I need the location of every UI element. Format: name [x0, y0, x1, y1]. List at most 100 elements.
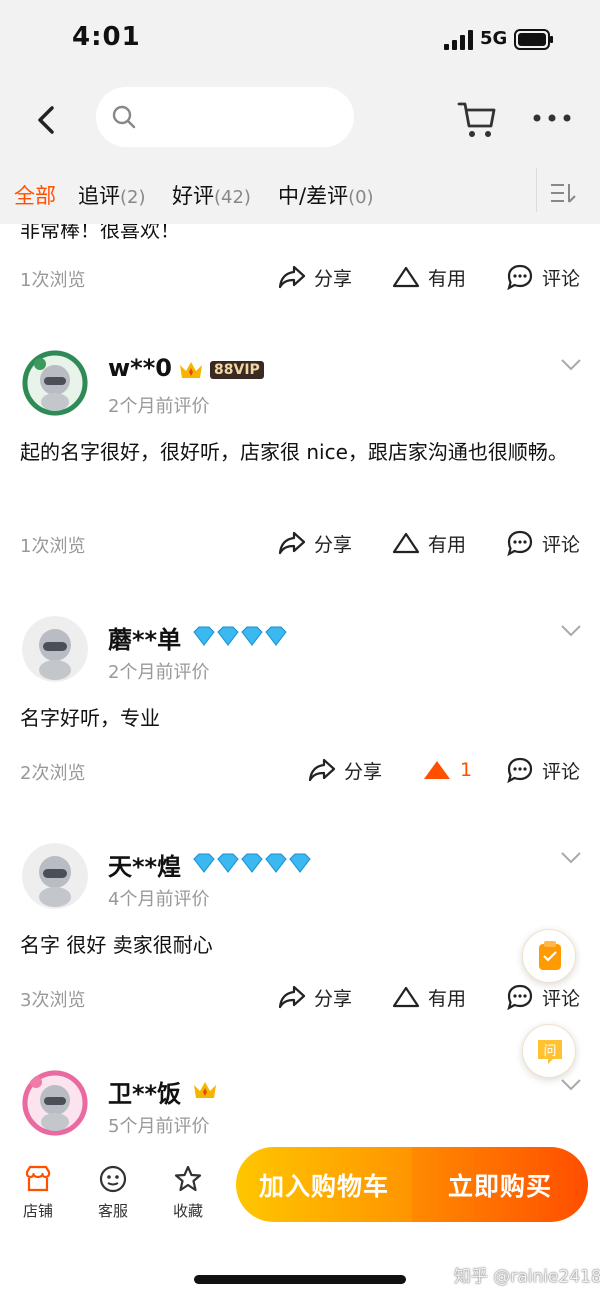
review-text: 名字好听，专业	[20, 706, 160, 730]
view-count: 1次浏览	[20, 270, 86, 291]
comment-button[interactable]: 评论	[506, 755, 580, 785]
customer-service-button[interactable]: 客服	[85, 1164, 141, 1221]
more-icon[interactable]	[532, 112, 572, 124]
share-icon	[278, 985, 306, 1009]
diamond-level	[192, 624, 288, 648]
note-icon	[539, 941, 561, 970]
view-count: 1次浏览	[20, 536, 86, 557]
share-label: 分享	[314, 533, 353, 556]
review-meta-row: 3次浏览 分享 有用 评论	[0, 978, 600, 1018]
favorite-button[interactable]: 收藏	[160, 1164, 216, 1221]
comment-button[interactable]: 评论	[506, 262, 580, 292]
buy-now-button[interactable]: 立即购买	[412, 1147, 588, 1222]
service-label: 客服	[97, 1202, 128, 1220]
share-button[interactable]: 分享	[308, 755, 382, 785]
cart-icon[interactable]	[456, 98, 498, 140]
floating-question-button[interactable]: 问	[522, 1024, 576, 1078]
username: w**0	[108, 354, 172, 382]
useful-button[interactable]: 有用	[392, 262, 466, 292]
star-icon	[174, 1165, 202, 1192]
add-to-cart-label: 加入购物车	[258, 1171, 389, 1201]
share-button[interactable]: 分享	[278, 982, 352, 1012]
avatar-image	[22, 350, 88, 416]
tab-good-count: (42)	[214, 187, 251, 208]
username: 天**煌	[108, 853, 182, 881]
status-time: 4:01	[72, 22, 141, 52]
diamond-icon	[193, 853, 311, 873]
share-label: 分享	[344, 760, 383, 783]
comment-icon	[507, 264, 533, 291]
diamond-icon	[193, 626, 287, 646]
menu-icon[interactable]	[550, 182, 576, 204]
review-date: 2个月前评价	[108, 396, 210, 417]
useful-icon	[392, 532, 420, 554]
share-button[interactable]: 分享	[278, 262, 352, 292]
comment-icon	[507, 984, 533, 1011]
store-button[interactable]: 店铺	[10, 1164, 66, 1221]
filter-bar: 全部 追评(2) 好评(42) 中/差评(0)	[0, 160, 600, 224]
review-item: 卫**饭 5个月前评价	[0, 1070, 600, 1144]
comment-label: 评论	[542, 760, 581, 783]
home-indicator[interactable]	[194, 1275, 406, 1284]
tab-append-review[interactable]: 追评(2)	[78, 180, 146, 210]
tab-mid-count: (0)	[348, 187, 374, 208]
useful-button[interactable]: 有用	[392, 982, 466, 1012]
review-item: 天**煌 4个月前评价 名字 很好 卖家很耐心	[0, 843, 600, 993]
crown-icon	[194, 1082, 216, 1098]
review-date: 4个月前评价	[108, 889, 210, 910]
share-button[interactable]: 分享	[278, 528, 352, 558]
service-icon	[99, 1165, 127, 1193]
review-date: 2个月前评价	[108, 662, 210, 683]
share-icon	[308, 758, 336, 782]
useful-count: 1	[460, 759, 473, 781]
chevron-down-icon[interactable]	[560, 1078, 582, 1092]
chevron-down-icon[interactable]	[560, 358, 582, 372]
view-count: 2次浏览	[20, 763, 86, 784]
avatar[interactable]	[22, 350, 88, 416]
useful-label: 有用	[428, 987, 467, 1010]
view-count: 3次浏览	[20, 990, 86, 1011]
share-icon	[278, 265, 306, 289]
search-input[interactable]	[96, 87, 354, 147]
tab-mid-bad-review[interactable]: 中/差评(0)	[278, 180, 374, 210]
tab-all[interactable]: 全部	[14, 180, 56, 210]
signal-icon	[444, 30, 473, 50]
battery-icon	[514, 29, 553, 50]
avatar[interactable]	[22, 616, 88, 682]
tab-mid-label: 中/差评	[278, 184, 349, 208]
avatar[interactable]	[22, 1070, 88, 1136]
review-meta-row: 1次浏览 分享 有用 评论	[0, 258, 600, 298]
useful-icon	[392, 986, 420, 1008]
tab-append-count: (2)	[120, 187, 146, 208]
question-icon: 问	[538, 1040, 562, 1064]
comment-button[interactable]: 评论	[506, 982, 580, 1012]
chevron-down-icon[interactable]	[560, 851, 582, 865]
comment-label: 评论	[542, 533, 581, 556]
review-text: 起的名字很好，很好听，店家很 nice，跟店家沟通也很顺畅。	[20, 440, 568, 464]
buy-now-label: 立即购买	[447, 1171, 552, 1201]
avatar[interactable]	[22, 843, 88, 909]
store-label: 店铺	[22, 1202, 53, 1220]
diamond-level	[192, 851, 312, 875]
tab-all-label: 全部	[14, 184, 56, 208]
search-icon	[112, 105, 136, 129]
useful-icon	[392, 266, 420, 288]
share-label: 分享	[314, 987, 353, 1010]
bottom-action-bar: 店铺 客服 收藏 加入购物车 立即购买 知乎 @rainie2418	[0, 1144, 600, 1299]
useful-button[interactable]: 有用	[392, 528, 466, 558]
floating-note-button[interactable]	[522, 929, 576, 983]
useful-button[interactable]: 1	[422, 755, 472, 785]
tab-good-label: 好评	[172, 184, 214, 208]
back-icon[interactable]	[30, 102, 64, 138]
user-badges	[192, 1078, 218, 1102]
review-list[interactable]: 非常棒！很喜欢！ 1次浏览 分享 有用 评论 w**0 88VIP 2个月前评价…	[0, 224, 600, 1144]
chevron-down-icon[interactable]	[560, 624, 582, 638]
review-meta-row: 1次浏览 分享 有用 评论	[0, 524, 600, 564]
user-badges: 88VIP	[178, 358, 264, 382]
comment-button[interactable]: 评论	[506, 528, 580, 558]
tab-good-review[interactable]: 好评(42)	[172, 180, 251, 210]
network-label: 5G	[480, 28, 508, 49]
add-to-cart-button[interactable]: 加入购物车	[236, 1147, 412, 1222]
comment-label: 评论	[542, 267, 581, 290]
review-item: 蘑**单 2个月前评价 名字好听，专业	[0, 616, 600, 766]
